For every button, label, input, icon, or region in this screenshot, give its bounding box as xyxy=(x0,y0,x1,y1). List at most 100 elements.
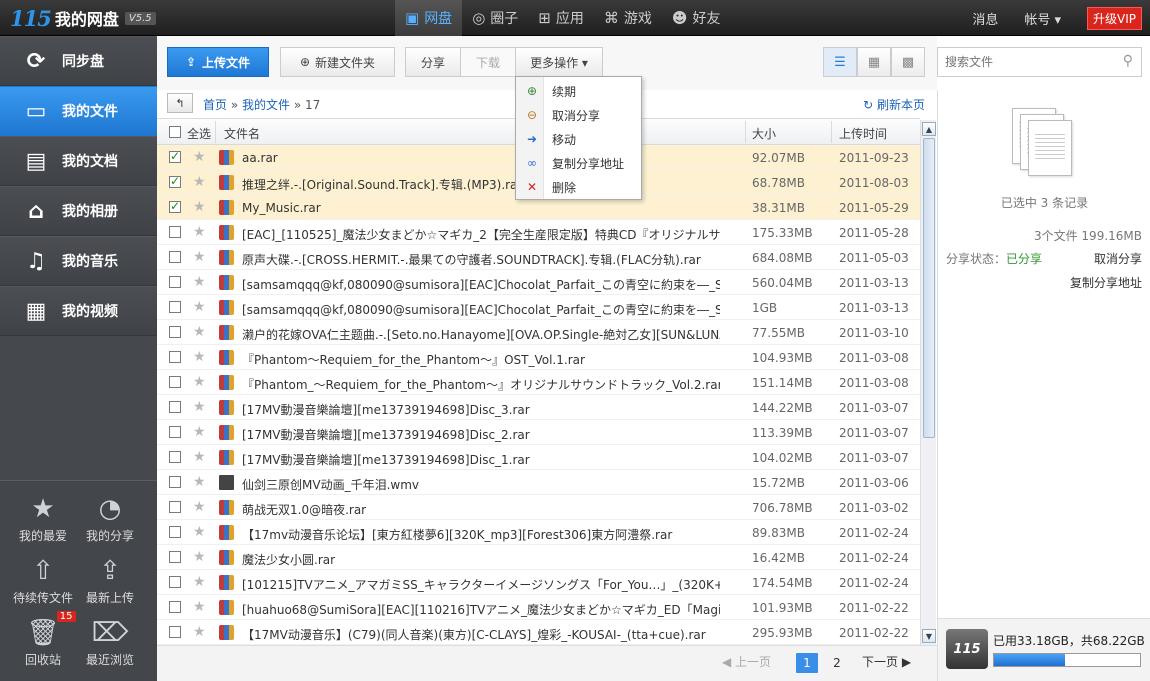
header-size[interactable]: 大小 xyxy=(752,125,776,142)
favorite-star-icon[interactable]: ★ xyxy=(193,449,206,465)
row-checkbox[interactable] xyxy=(169,626,181,638)
sidebar-item-album[interactable]: ⌂ 我的相册 xyxy=(0,186,157,236)
file-name[interactable]: aa.rar xyxy=(242,151,720,165)
table-row[interactable]: ★ [samsamqqq@kf,080090@sumisora][EAC]Choc… xyxy=(157,295,920,320)
search-input[interactable] xyxy=(938,49,1108,75)
favorite-star-icon[interactable]: ★ xyxy=(193,374,206,390)
menu-item-renew[interactable]: ⊕ 续期 xyxy=(516,79,641,103)
nav-circle[interactable]: ◎ 圈子 xyxy=(462,0,528,36)
page-2-button[interactable]: 2 xyxy=(827,653,847,673)
row-checkbox[interactable] xyxy=(169,199,181,213)
share-button[interactable]: 分享 xyxy=(405,47,461,77)
file-name[interactable]: 魔法少女小圆.rar xyxy=(242,551,720,568)
nav-friends[interactable]: ☻ 好友 xyxy=(662,0,731,36)
quick-recent[interactable]: ⌦ 最近浏览 xyxy=(71,615,149,677)
next-page-button[interactable]: 下一页 ▶ xyxy=(862,653,911,670)
favorite-star-icon[interactable]: ★ xyxy=(193,174,206,190)
scroll-up-arrow[interactable]: ▲ xyxy=(922,122,936,136)
table-row[interactable]: ★ 『Phantom_～Requiem_for_the_Phantom～』オリジナ… xyxy=(157,370,920,395)
sidebar-item-sync[interactable]: ⟳ 同步盘 xyxy=(0,36,157,86)
file-name[interactable]: 原声大碟.-.[CROSS.HERMIT.-.最果ての守護者.SOUNDTRAC… xyxy=(242,251,720,268)
account-menu[interactable]: 帐号 ▾ xyxy=(1024,9,1061,28)
table-row[interactable]: ★ 原声大碟.-.[CROSS.HERMIT.-.最果ての守護者.SOUNDTRA… xyxy=(157,245,920,270)
page-1-button[interactable]: 1 xyxy=(796,653,818,673)
favorite-star-icon[interactable]: ★ xyxy=(193,524,206,540)
search-icon[interactable]: ⚲ xyxy=(1123,53,1133,69)
file-name[interactable]: My_Music.rar xyxy=(242,201,720,215)
file-name[interactable]: 萌战无双1.0@暗夜.rar xyxy=(242,501,720,518)
row-checkbox[interactable] xyxy=(169,301,181,313)
table-row[interactable]: ★ 【17MV动漫音乐】(C79)(同人音楽)(東方)[C-CLAYS]_煌彩_-… xyxy=(157,620,920,645)
file-name[interactable]: 仙剑三原创MV动画_千年泪.wmv xyxy=(242,476,720,493)
table-row[interactable]: ★ [17MV動漫音樂論壇][me13739194698]Disc_2.rar 11… xyxy=(157,420,920,445)
scroll-thumb[interactable] xyxy=(923,138,935,438)
favorite-star-icon[interactable]: ★ xyxy=(193,274,206,290)
file-name[interactable]: 濑户的花嫁OVA仁主题曲.-.[Seto.no.Hanayome][OVA.OP… xyxy=(242,326,720,343)
back-button[interactable]: ↰ xyxy=(167,93,193,113)
download-button[interactable]: 下载 xyxy=(460,47,516,77)
app-logo[interactable]: 115 我的网盘 V5.5 xyxy=(10,6,156,31)
file-name[interactable]: 『Phantom～Requiem_for_the_Phantom～』OST_Vo… xyxy=(242,351,720,368)
prev-page-button[interactable]: ◀ 上一页 xyxy=(722,653,771,670)
table-row[interactable]: ★ [101215]TVアニメ_アマガミSS_キャラクターイメージソングス「For… xyxy=(157,570,920,595)
row-checkbox[interactable] xyxy=(169,326,181,338)
row-checkbox[interactable] xyxy=(169,526,181,538)
copy-share-link[interactable]: 复制分享地址 xyxy=(1070,274,1142,291)
favorite-star-icon[interactable]: ★ xyxy=(193,599,206,615)
favorite-star-icon[interactable]: ★ xyxy=(193,299,206,315)
header-name[interactable]: 文件名 xyxy=(224,125,260,142)
row-checkbox[interactable] xyxy=(169,451,181,463)
menu-item-copy-link[interactable]: ∞ 复制分享地址 xyxy=(516,151,641,175)
sidebar-item-video[interactable]: ▦ 我的视频 xyxy=(0,286,157,336)
menu-item-unshare[interactable]: ⊖ 取消分享 xyxy=(516,103,641,127)
upgrade-vip-button[interactable]: 升级VIP xyxy=(1087,6,1142,30)
upload-button[interactable]: ⇪ 上传文件 xyxy=(167,47,269,77)
row-checkbox[interactable] xyxy=(169,401,181,413)
table-row[interactable]: ★ 【17mv动漫音乐论坛】[東方紅楼夢6][320K_mp3][Forest30… xyxy=(157,520,920,545)
row-checkbox[interactable] xyxy=(169,351,181,363)
table-row[interactable]: ★ [EAC]_[110525]_魔法少女まどか☆マギカ_2【完全生産限定版】特典… xyxy=(157,220,920,245)
table-row[interactable]: ★ 『Phantom～Requiem_for_the_Phantom～』OST_V… xyxy=(157,345,920,370)
favorite-star-icon[interactable]: ★ xyxy=(193,474,206,490)
row-checkbox[interactable] xyxy=(169,376,181,388)
favorite-star-icon[interactable]: ★ xyxy=(193,549,206,565)
row-checkbox[interactable] xyxy=(169,149,181,163)
favorite-star-icon[interactable]: ★ xyxy=(193,574,206,590)
row-checkbox[interactable] xyxy=(169,226,181,238)
row-checkbox[interactable] xyxy=(169,501,181,513)
file-name[interactable]: 【17MV动漫音乐】(C79)(同人音楽)(東方)[C-CLAYS]_煌彩_-K… xyxy=(242,626,720,643)
quick-latest-upload[interactable]: ⇪ 最新上传 xyxy=(71,553,149,615)
scroll-down-arrow[interactable]: ▼ xyxy=(922,629,936,643)
more-actions-button[interactable]: 更多操作 ▾ xyxy=(515,47,603,77)
favorite-star-icon[interactable]: ★ xyxy=(193,624,206,640)
table-row[interactable]: ★ [17MV動漫音樂論壇][me13739194698]Disc_3.rar 14… xyxy=(157,395,920,420)
favorite-star-icon[interactable]: ★ xyxy=(193,399,206,415)
row-checkbox[interactable] xyxy=(169,601,181,613)
file-name[interactable]: 『Phantom_～Requiem_for_the_Phantom～』オリジナル… xyxy=(242,376,720,393)
file-name[interactable]: [samsamqqq@kf,080090@sumisora][EAC]Choco… xyxy=(242,301,720,318)
favorite-star-icon[interactable]: ★ xyxy=(193,349,206,365)
nav-disk[interactable]: ▣ 网盘 xyxy=(395,0,463,36)
quick-shares[interactable]: ◔ 我的分享 xyxy=(71,491,149,553)
row-checkbox[interactable] xyxy=(169,551,181,563)
cancel-share-link[interactable]: 取消分享 xyxy=(1094,250,1142,267)
menu-item-move[interactable]: ➜ 移动 xyxy=(516,127,641,151)
favorite-star-icon[interactable]: ★ xyxy=(193,324,206,340)
row-checkbox[interactable] xyxy=(169,576,181,588)
grid-view-button[interactable]: ▦ xyxy=(857,47,891,77)
select-all-label[interactable]: 全选 xyxy=(187,125,211,142)
favorite-star-icon[interactable]: ★ xyxy=(193,199,206,215)
breadcrumb-home[interactable]: 首页 xyxy=(203,98,227,112)
breadcrumb-my-files[interactable]: 我的文件 xyxy=(242,98,290,112)
table-row[interactable]: ★ [huahuo68@SumiSora][EAC][110216]TVアニメ_魔… xyxy=(157,595,920,620)
table-row[interactable]: ★ [17MV動漫音樂論壇][me13739194698]Disc_1.rar 10… xyxy=(157,445,920,470)
file-name[interactable]: [EAC]_[110525]_魔法少女まどか☆マギカ_2【完全生産限定版】特典C… xyxy=(242,226,720,243)
file-name[interactable]: 推理之绊.-.[Original.Sound.Track].专辑.(MP3).r… xyxy=(242,176,720,193)
new-folder-button[interactable]: ⊕ 新建文件夹 xyxy=(280,47,395,77)
nav-games[interactable]: ⌘ 游戏 xyxy=(594,0,662,36)
table-row[interactable]: ★ [samsamqqq@kf,080090@sumisora][EAC]Choc… xyxy=(157,270,920,295)
table-row[interactable]: ★ 濑户的花嫁OVA仁主题曲.-.[Seto.no.Hanayome][OVA.O… xyxy=(157,320,920,345)
menu-item-delete[interactable]: ✕ 删除 xyxy=(516,175,641,199)
row-checkbox[interactable] xyxy=(169,174,181,188)
file-name[interactable]: [17MV動漫音樂論壇][me13739194698]Disc_3.rar xyxy=(242,401,720,418)
